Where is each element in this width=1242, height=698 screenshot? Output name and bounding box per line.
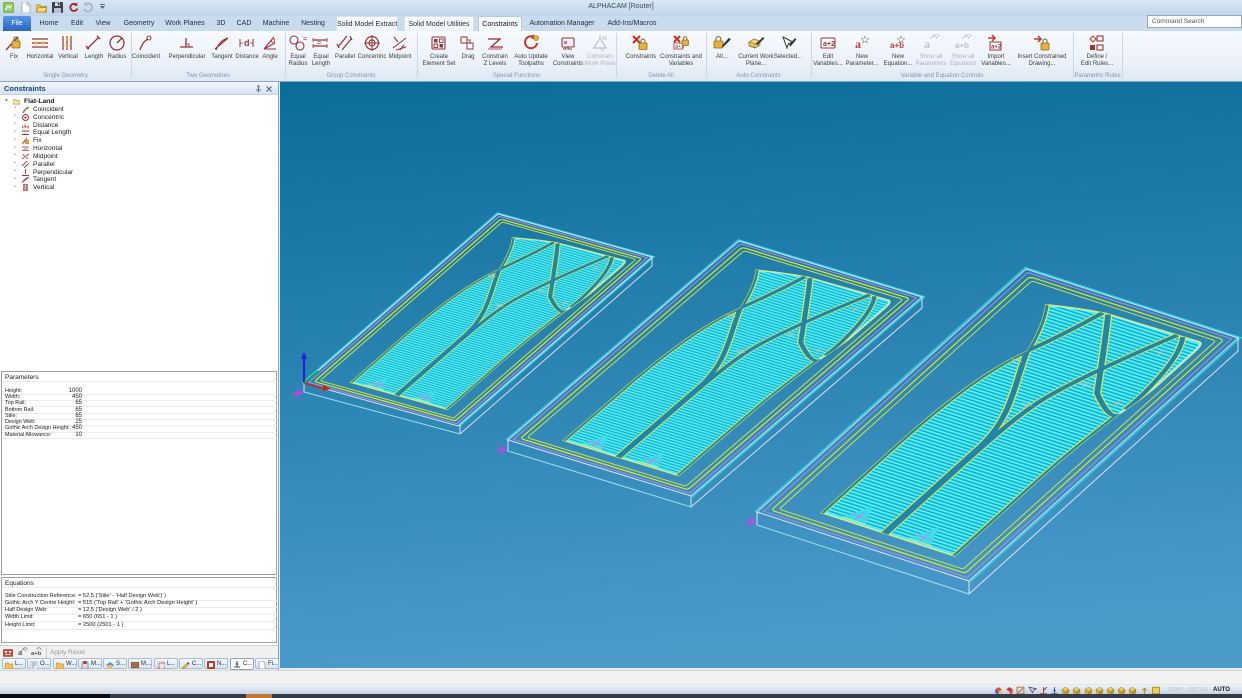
svg-text:=: = [317,40,321,47]
svg-text:a+2: a+2 [991,45,1002,51]
svg-text:a: a [855,37,861,51]
svg-text:α: α [271,36,276,45]
svg-text:d: d [24,122,26,127]
svg-text:=: = [24,131,27,136]
svg-text:a+2: a+2 [823,41,835,48]
svg-text:a+b: a+b [31,651,42,657]
svg-text:a: a [924,37,930,51]
svg-text:a+b: a+b [955,41,969,50]
svg-text:a: a [18,647,23,657]
svg-text:d: d [244,38,250,48]
svg-text:=: = [303,36,307,43]
